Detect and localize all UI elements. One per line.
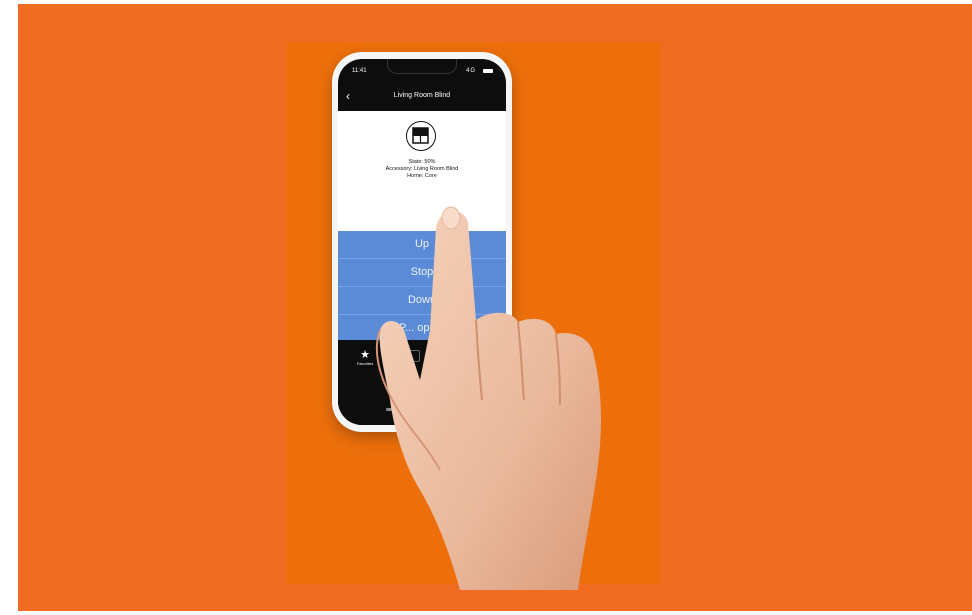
hand-image: [375, 206, 601, 591]
